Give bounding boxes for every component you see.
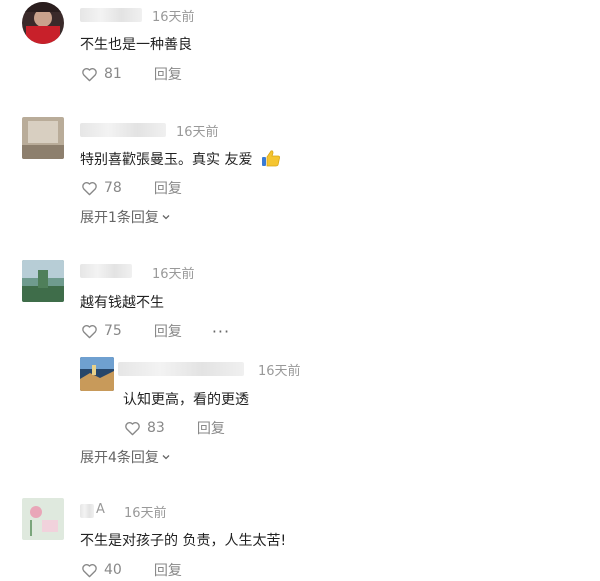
avatar-image (80, 357, 114, 391)
reply-time: 16天前 (258, 364, 301, 379)
avatar[interactable] (22, 260, 64, 302)
comment-time: 16天前 (124, 506, 167, 521)
thumbs-up-emoji-icon (261, 150, 280, 167)
comment-actions: 40 回复 (81, 560, 182, 580)
avatar-image (22, 2, 64, 44)
comment-actions: 78 回复 (81, 178, 182, 198)
heart-outline-icon (82, 181, 97, 195)
reply-button[interactable]: 回复 (154, 321, 182, 341)
chevron-down-icon (162, 455, 170, 460)
comment-time: 16天前 (152, 267, 195, 282)
reply-text: 认知更高，看的更透 (123, 392, 249, 408)
username-blurred[interactable] (80, 264, 132, 278)
reply-button[interactable]: 回复 (154, 178, 182, 198)
comment-time: 16天前 (152, 10, 195, 25)
avatar[interactable] (22, 498, 64, 540)
like-button[interactable]: 75 (81, 323, 122, 339)
avatar[interactable] (22, 2, 64, 44)
like-count: 40 (104, 562, 122, 578)
like-count: 81 (104, 66, 122, 82)
username-fragment[interactable]: A (96, 502, 105, 517)
reply-avatar[interactable] (80, 357, 114, 391)
like-count: 83 (147, 420, 165, 436)
expand-replies-label: 展开4条回复 (80, 450, 159, 466)
heart-outline-icon (125, 421, 140, 435)
like-button[interactable]: 83 (124, 420, 165, 436)
expand-replies-button[interactable]: 展开1条回复 (80, 207, 171, 227)
reply-button[interactable]: 回复 (154, 64, 182, 84)
more-options-button[interactable]: ··· (212, 322, 230, 341)
reply-actions: 83 回复 (124, 418, 225, 438)
reply-button[interactable]: 回复 (154, 560, 182, 580)
username-blurred[interactable] (80, 123, 166, 137)
heart-outline-icon (82, 324, 97, 338)
comment-actions: 81 回复 (81, 64, 182, 84)
comment-text: 不生也是一种善良 (80, 37, 192, 53)
like-count: 75 (104, 323, 122, 339)
like-count: 78 (104, 180, 122, 196)
comment-text: 不生是对孩子的 负责，人生太苦! (80, 533, 287, 549)
comment-actions: 75 回复 ··· (81, 321, 230, 341)
like-button[interactable]: 40 (81, 562, 122, 578)
comment-text-content: 特别喜歡張曼玉。真实 友爱 (80, 152, 253, 168)
heart-outline-icon (82, 67, 97, 81)
reply-button[interactable]: 回复 (197, 418, 225, 438)
avatar-image (22, 260, 64, 302)
expand-replies-label: 展开1条回复 (80, 210, 159, 226)
username-blurred[interactable] (80, 504, 94, 518)
comment-time: 16天前 (176, 125, 219, 140)
avatar-image (22, 498, 64, 540)
comment-text: 越有钱越不生 (80, 295, 164, 311)
expand-replies-button[interactable]: 展开4条回复 (80, 447, 171, 467)
chevron-down-icon (162, 215, 170, 220)
avatar-image (22, 117, 64, 159)
like-button[interactable]: 78 (81, 180, 122, 196)
like-button[interactable]: 81 (81, 66, 122, 82)
comment-text: 特别喜歡張曼玉。真实 友爱 (80, 149, 281, 169)
heart-outline-icon (82, 563, 97, 577)
username-blurred[interactable] (80, 8, 142, 22)
avatar[interactable] (22, 117, 64, 159)
reply-username-blurred[interactable] (118, 362, 244, 376)
